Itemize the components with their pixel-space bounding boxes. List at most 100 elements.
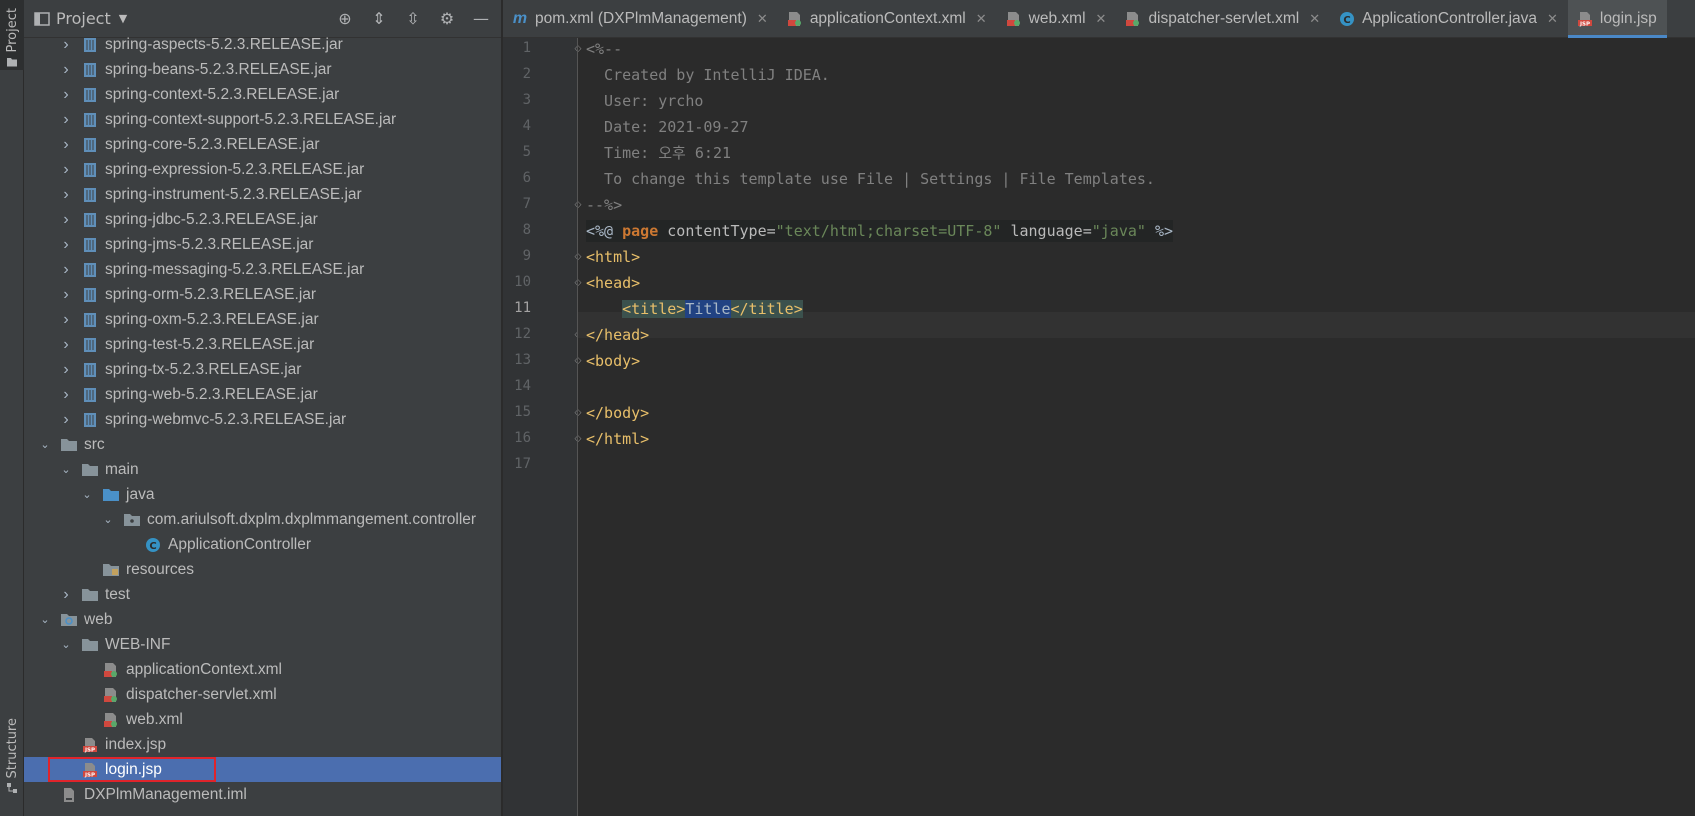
fold-marker-icon[interactable]: ◇ [573,356,583,366]
close-tab-icon[interactable]: ✕ [1096,11,1107,27]
chevron-right-icon[interactable]: › [59,261,73,278]
title-close-tag: </title> [730,300,803,318]
tree-item[interactable]: applicationContext.xml [24,657,501,682]
tree-item[interactable]: › spring-jdbc-5.2.3.RELEASE.jar [24,207,501,232]
tree-item[interactable]: ⌄ com.ariulsoft.dxplm.dxplmmangement.cont… [24,507,501,532]
close-tab-icon[interactable]: ✕ [1309,11,1320,27]
tree-item[interactable]: › spring-instrument-5.2.3.RELEASE.jar [24,182,501,207]
line-number: 14 [514,378,531,394]
tree-item[interactable]: › test [24,582,501,607]
chevron-right-icon[interactable]: › [59,411,73,428]
fold-marker-icon[interactable]: ◇ [573,200,583,210]
chevron-down-icon[interactable]: ⌄ [59,463,73,477]
chevron-right-icon[interactable]: › [59,86,73,103]
tree-item-label: spring-instrument-5.2.3.RELEASE.jar [105,185,362,203]
editor-tab[interactable]: web.xml ✕ [997,0,1117,38]
chevron-down-icon[interactable]: ⌄ [101,513,115,527]
chevron-right-icon[interactable]: › [59,186,73,203]
tree-item[interactable]: › spring-orm-5.2.3.RELEASE.jar [24,282,501,307]
hide-icon[interactable]: — [471,9,491,29]
chevron-right-icon[interactable]: › [59,586,73,603]
close-tab-icon[interactable]: ✕ [976,11,987,27]
chevron-right-icon[interactable]: › [59,211,73,228]
tree-item-label: index.jsp [105,735,167,753]
editor-tab[interactable]: m pom.xml (DXPlmManagement) ✕ [503,0,778,38]
tree-item[interactable]: › spring-oxm-5.2.3.RELEASE.jar [24,307,501,332]
tree-item[interactable]: JSP index.jsp [24,732,501,757]
project-panel-title[interactable]: Project [56,9,111,28]
tree-item[interactable]: ⌄ src [24,432,501,457]
fold-marker-icon[interactable]: ◇ [573,408,583,418]
gear-icon[interactable]: ⚙ [437,9,457,29]
tree-item-label: java [126,485,155,503]
structure-tool-label: Structure [4,717,20,778]
fold-marker-icon[interactable]: ◇ [573,44,583,54]
chevron-right-icon[interactable]: › [59,161,73,178]
collapse-all-icon[interactable]: ⇳ [403,9,423,29]
tree-item[interactable]: › spring-context-support-5.2.3.RELEASE.ja… [24,107,501,132]
tree-item[interactable]: › spring-beans-5.2.3.RELEASE.jar [24,57,501,82]
project-tree[interactable]: › spring-aspects-5.2.3.RELEASE.jar › spring… [24,32,501,807]
folder-icon [7,58,17,67]
chevron-right-icon[interactable]: › [59,311,73,328]
tree-item[interactable]: JSP login.jsp [24,757,501,782]
tree-item[interactable]: › spring-aspects-5.2.3.RELEASE.jar [24,32,501,57]
xml-file-icon [102,661,120,679]
tree-item[interactable]: web.xml [24,707,501,732]
directive-close: %> [1145,222,1174,240]
tree-item[interactable]: ⌄ WEB-INF [24,632,501,657]
tree-item[interactable]: ⌄ web [24,607,501,632]
tree-item[interactable]: › spring-messaging-5.2.3.RELEASE.jar [24,257,501,282]
tree-item[interactable]: dispatcher-servlet.xml [24,682,501,707]
tree-item[interactable]: › spring-tx-5.2.3.RELEASE.jar [24,357,501,382]
tree-item[interactable]: ⌄ main [24,457,501,482]
locate-icon[interactable]: ⊕ [335,9,355,29]
chevron-right-icon[interactable]: › [59,361,73,378]
tree-item-label: web.xml [126,710,183,728]
tree-item[interactable]: resources [24,557,501,582]
tree-item[interactable]: › spring-jms-5.2.3.RELEASE.jar [24,232,501,257]
tree-item[interactable]: ⌄ java [24,482,501,507]
view-dropdown-chevron-icon[interactable]: ▼ [119,12,127,25]
fold-marker-icon[interactable]: ◇ [573,434,583,444]
tree-item[interactable]: › spring-test-5.2.3.RELEASE.jar [24,332,501,357]
editor-tab[interactable]: C ApplicationController.java ✕ [1330,0,1568,38]
editor-tab-label: applicationContext.xml [809,10,966,27]
editor-tab[interactable]: JSP login.jsp [1567,0,1667,38]
tree-item-label: spring-test-5.2.3.RELEASE.jar [105,335,315,353]
chevron-down-icon[interactable]: ⌄ [80,488,94,502]
jar-icon [81,386,99,404]
tree-item[interactable]: › spring-core-5.2.3.RELEASE.jar [24,132,501,157]
tree-item[interactable]: C ApplicationController [24,532,501,557]
expand-all-icon[interactable]: ⇕ [369,9,389,29]
project-tool-tab[interactable]: Project [0,0,24,70]
editor-tab[interactable]: dispatcher-servlet.xml ✕ [1116,0,1330,38]
chevron-right-icon[interactable]: › [59,236,73,253]
chevron-down-icon[interactable]: ⌄ [59,638,73,652]
chevron-right-icon[interactable]: › [59,61,73,78]
chevron-down-icon[interactable]: ⌄ [38,438,52,452]
editor-tab[interactable]: applicationContext.xml ✕ [778,0,997,38]
tree-item[interactable]: DXPlmManagement.iml [24,782,501,807]
title-open-tag: <title> [622,300,686,318]
line-number: 9 [522,248,531,264]
fold-marker-icon[interactable]: ◇ [573,278,583,288]
class-icon: C [1338,10,1356,28]
chevron-down-icon[interactable]: ⌄ [38,613,52,627]
chevron-right-icon[interactable]: › [59,136,73,153]
chevron-right-icon[interactable]: › [59,111,73,128]
chevron-right-icon[interactable]: › [59,286,73,303]
fold-marker-icon[interactable]: ◇ [573,252,583,262]
tree-item[interactable]: › spring-context-5.2.3.RELEASE.jar [24,82,501,107]
directive-keyword: page [622,222,659,240]
structure-tool-tab[interactable]: Structure [0,700,24,800]
chevron-right-icon[interactable]: › [59,386,73,403]
close-tab-icon[interactable]: ✕ [1547,11,1558,27]
tree-item[interactable]: › spring-expression-5.2.3.RELEASE.jar [24,157,501,182]
close-tab-icon[interactable]: ✕ [757,11,768,27]
tree-item[interactable]: › spring-webmvc-5.2.3.RELEASE.jar [24,407,501,432]
tree-item[interactable]: › spring-web-5.2.3.RELEASE.jar [24,382,501,407]
selection-annotation-box [48,757,216,782]
chevron-right-icon[interactable]: › [59,336,73,353]
chevron-right-icon[interactable]: › [59,36,73,53]
